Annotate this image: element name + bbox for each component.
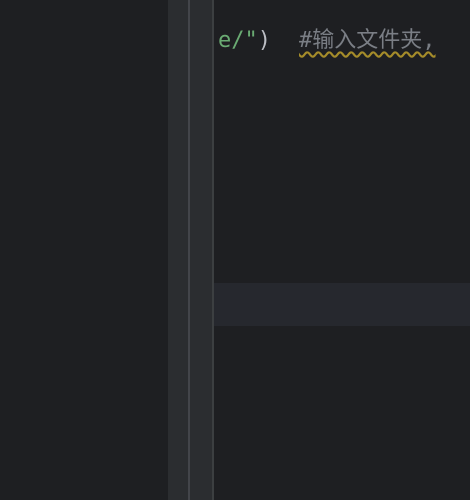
string-literal: e/" (218, 28, 258, 53)
closing-paren: ) (257, 28, 271, 53)
code-comment: #输入文件夹, (299, 28, 436, 53)
editor-gutter[interactable] (190, 0, 212, 500)
current-line-highlight (214, 283, 470, 326)
code-editor[interactable]: e/") #输入文件夹, (214, 0, 470, 500)
project-tool-window[interactable] (0, 0, 168, 500)
ide-window: e/") #输入文件夹, (0, 0, 470, 500)
tool-window-strip (168, 0, 188, 500)
code-line[interactable]: e/") #输入文件夹, (218, 26, 436, 56)
